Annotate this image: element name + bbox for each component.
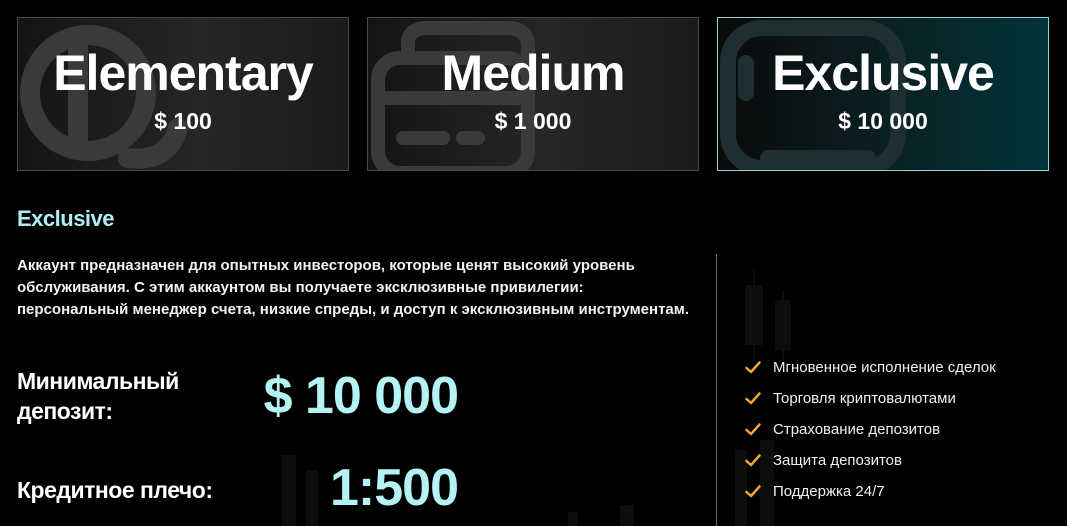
feature-text: Поддержка 24/7 <box>773 483 885 500</box>
leverage-value: 1:500 <box>330 459 459 517</box>
check-icon <box>745 423 773 436</box>
feature-item: Торговля криптовалютами <box>745 383 996 414</box>
check-icon <box>745 485 773 498</box>
feature-item: Страхование депозитов <box>745 414 996 445</box>
feature-list: Мгновенное исполнение сделок Торговля кр… <box>745 352 996 507</box>
feature-text: Торговля криптовалютами <box>773 390 956 407</box>
feature-item: Мгновенное исполнение сделок <box>745 352 996 383</box>
feature-item: Поддержка 24/7 <box>745 476 996 507</box>
min-deposit-value: $ 10 000 <box>263 367 459 425</box>
check-icon <box>745 392 773 405</box>
leverage-label: Кредитное плечо: <box>17 477 213 503</box>
plan-name: Exclusive <box>772 45 995 101</box>
plan-detail-title: Exclusive <box>17 206 115 231</box>
min-deposit-label-line2: депозит: <box>17 398 113 424</box>
feature-item: Защита депозитов <box>745 445 996 476</box>
check-icon <box>745 454 773 467</box>
vertical-divider <box>716 254 717 526</box>
plan-card-exclusive[interactable]: Exclusive $ 10 000 <box>717 17 1049 171</box>
plan-card-medium[interactable]: Medium $ 1 000 <box>367 17 699 171</box>
plan-description: Аккаунт предназначен для опытных инвесто… <box>17 257 690 318</box>
plan-price: $ 100 <box>154 108 212 134</box>
feature-text: Мгновенное исполнение сделок <box>773 359 996 376</box>
plan-price: $ 1 000 <box>494 108 572 134</box>
plan-price: $ 10 000 <box>838 108 928 134</box>
feature-text: Страхование депозитов <box>773 421 941 438</box>
plan-name: Elementary <box>53 45 314 101</box>
feature-text: Защита депозитов <box>773 452 902 469</box>
min-deposit-label-line1: Минимальный <box>17 368 179 394</box>
check-icon <box>745 361 773 374</box>
plan-card-elementary[interactable]: Elementary $ 100 <box>17 17 349 171</box>
plan-name: Medium <box>441 45 626 101</box>
min-deposit-label: Минимальный депозит: <box>17 366 179 426</box>
